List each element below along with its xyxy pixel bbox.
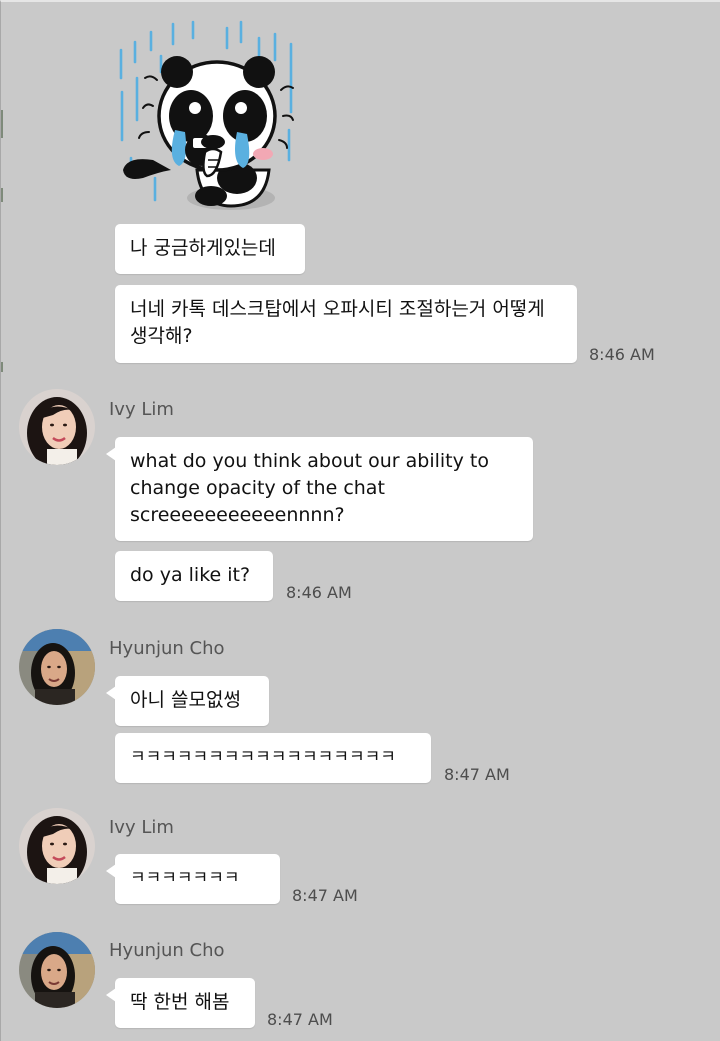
message-timestamp: 8:47 AM xyxy=(267,1010,333,1029)
sender-name: Ivy Lim xyxy=(109,817,174,838)
sender-name: Hyunjun Cho xyxy=(109,638,225,659)
avatar-ivy-icon xyxy=(19,808,95,884)
message-bubble[interactable]: 너네 카톡 데스크탑에서 오파시티 조절하는거 어떻게 생각해? xyxy=(115,285,577,363)
message-bubble[interactable]: 딱 한번 해봄 xyxy=(106,978,255,1028)
sender-name: Hyunjun Cho xyxy=(109,940,225,961)
panda-sticker-icon xyxy=(119,20,294,210)
avatar-hyunjun-icon xyxy=(19,932,95,1008)
chat-window: 나 궁금하게있는데 너네 카톡 데스크탑에서 오파시티 조절하는거 어떻게 생각… xyxy=(0,0,720,1041)
message-text: ㅋㅋㅋㅋㅋㅋㅋ xyxy=(130,868,240,888)
message-text: do ya like it? xyxy=(130,564,251,586)
message-text: 너네 카톡 데스크탑에서 오파시티 조절하는거 어떻게 생각해? xyxy=(130,298,545,347)
message-text: ㅋㅋㅋㅋㅋㅋㅋㅋㅋㅋㅋㅋㅋㅋㅋㅋㅋ xyxy=(130,747,396,767)
message-text: 아니 쓸모없썽 xyxy=(130,689,241,711)
window-edge-mark xyxy=(1,362,3,372)
message-timestamp: 8:47 AM xyxy=(292,886,358,905)
crying-panda-sticker[interactable] xyxy=(113,20,303,216)
message-bubble[interactable]: ㅋㅋㅋㅋㅋㅋㅋ xyxy=(106,854,280,904)
avatar-ivy-lim[interactable] xyxy=(19,808,95,884)
message-bubble[interactable]: what do you think about our ability to c… xyxy=(106,437,533,541)
avatar-hyunjun-cho[interactable] xyxy=(19,629,95,705)
message-text: 나 궁금하게있는데 xyxy=(130,237,276,259)
message-timestamp: 8:47 AM xyxy=(444,765,510,784)
avatar-hyunjun-cho[interactable] xyxy=(19,932,95,1008)
avatar-ivy-lim[interactable] xyxy=(19,389,95,465)
window-edge-mark xyxy=(1,110,3,138)
message-bubble[interactable]: 아니 쓸모없썽 xyxy=(106,676,269,726)
sender-name: Ivy Lim xyxy=(109,399,174,420)
message-timestamp: 8:46 AM xyxy=(286,583,352,602)
message-bubble[interactable]: 나 궁금하게있는데 xyxy=(115,224,305,274)
message-text: 딱 한번 해봄 xyxy=(130,991,230,1013)
message-bubble[interactable]: ㅋㅋㅋㅋㅋㅋㅋㅋㅋㅋㅋㅋㅋㅋㅋㅋㅋ xyxy=(115,733,431,783)
avatar-ivy-icon xyxy=(19,389,95,465)
message-text: what do you think about our ability to c… xyxy=(130,450,489,526)
message-timestamp: 8:46 AM xyxy=(589,345,655,364)
window-edge-mark xyxy=(1,188,3,202)
message-bubble[interactable]: do ya like it? xyxy=(115,551,273,601)
avatar-hyunjun-icon xyxy=(19,629,95,705)
